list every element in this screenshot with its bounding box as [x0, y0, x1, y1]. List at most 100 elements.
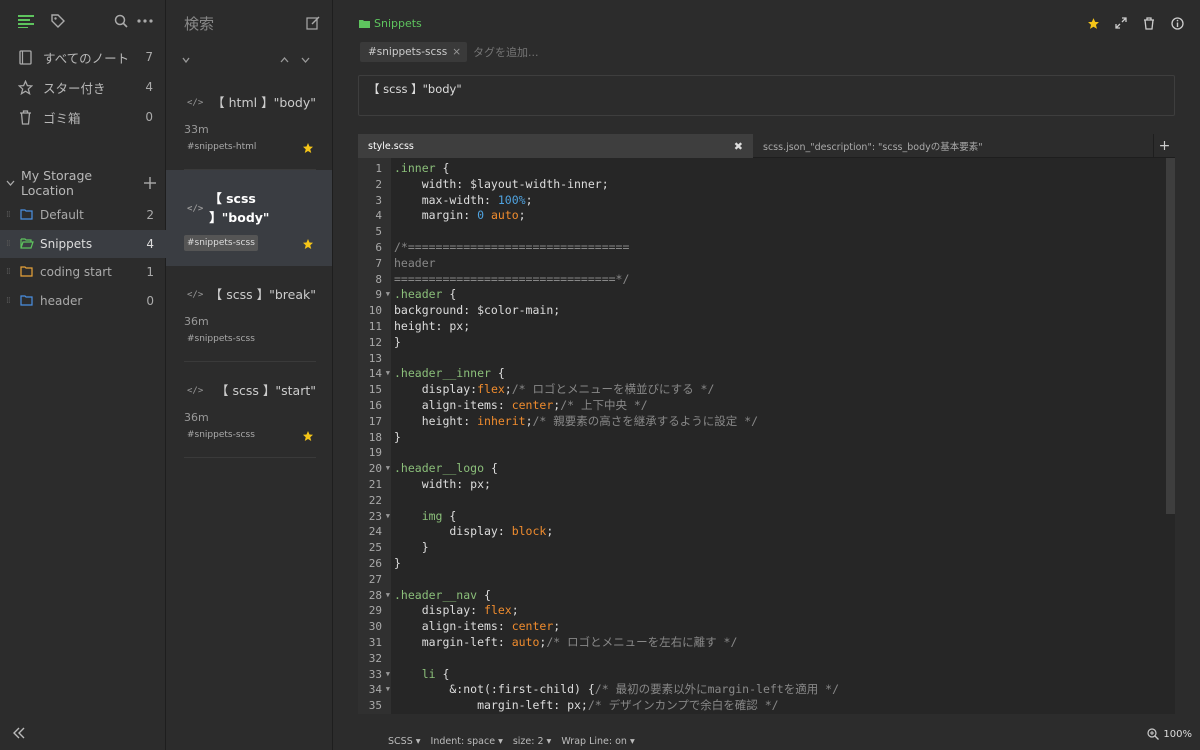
code-line[interactable]: height: px; — [394, 319, 1175, 335]
info-icon[interactable] — [1170, 16, 1184, 30]
code-token: { — [435, 666, 450, 681]
folder-item[interactable]: ⁞⁞ Snippets 4 — [0, 229, 166, 258]
new-note-icon[interactable] — [306, 16, 320, 30]
line-number: 35 — [368, 699, 382, 713]
collapse-sidebar-icon[interactable] — [12, 726, 26, 740]
code-line[interactable]: header — [394, 256, 1175, 272]
code-line[interactable]: } — [394, 540, 1175, 556]
add-tag-input[interactable] — [473, 45, 594, 59]
code-line[interactable]: background: $color-main; — [394, 303, 1175, 319]
sidebar-nav-item[interactable]: スター付き 4 — [0, 72, 165, 102]
code-line[interactable]: } — [394, 430, 1175, 446]
tag-icon[interactable] — [48, 11, 68, 31]
code-line[interactable]: max-width: 100%; — [394, 193, 1175, 209]
code-line[interactable]: display: flex; — [394, 603, 1175, 619]
drag-handle-icon[interactable]: ⁞⁞ — [6, 267, 20, 277]
code-line[interactable] — [394, 651, 1175, 667]
fold-arrow-icon[interactable]: ▼ — [386, 287, 390, 303]
code-line[interactable]: align-items: center; — [394, 619, 1175, 635]
fold-arrow-icon[interactable]: ▼ — [386, 461, 390, 477]
code-line[interactable]: .header__inner { — [394, 366, 1175, 382]
tab-scss-json[interactable]: scss.json_"description": "scss_bodyの基本要素… — [753, 134, 993, 158]
note-item[interactable]: </> 【 scss 】"break" 36m #snippets-scss — [166, 266, 332, 362]
close-tab-icon[interactable]: ✖ — [734, 140, 743, 153]
star-outline-icon — [17, 79, 33, 95]
code-line[interactable]: margin-left: auto;/* ロゴとメニューを左右に離す */ — [394, 635, 1175, 651]
code-line[interactable]: } — [394, 335, 1175, 351]
folder-breadcrumb[interactable]: Snippets — [359, 17, 422, 30]
code-line[interactable]: align-items: center;/* 上下中央 */ — [394, 398, 1175, 414]
folder-item[interactable]: ⁞⁞ header 0 — [0, 287, 166, 316]
code-line[interactable]: margin-left: px;/* デザインカンプで余白を確認 */ — [394, 698, 1175, 714]
code-line[interactable]: li { — [394, 667, 1175, 683]
code-line[interactable]: width: px; — [394, 477, 1175, 493]
drag-handle-icon[interactable]: ⁞⁞ — [6, 239, 20, 249]
code-line[interactable]: display: block; — [394, 524, 1175, 540]
fold-arrow-icon[interactable]: ▼ — [386, 509, 390, 525]
note-tag: #snippets-scss — [184, 235, 258, 251]
storage-header[interactable]: My Storage Location — [0, 168, 166, 198]
code-line[interactable]: margin: 0 auto; — [394, 208, 1175, 224]
indent-select[interactable]: Indent: space ▾ — [431, 736, 503, 747]
tab-style-scss[interactable]: style.scss ✖ — [358, 134, 753, 158]
search-input[interactable]: 検索 — [184, 13, 306, 34]
code-line[interactable]: .header { — [394, 287, 1175, 303]
wrap-select[interactable]: Wrap Line: on ▾ — [561, 736, 634, 747]
line-number: 19 — [368, 446, 382, 460]
sidebar-nav-item[interactable]: ゴミ箱 0 — [0, 102, 165, 132]
tag-chip[interactable]: #snippets-scss × — [360, 42, 468, 62]
add-file-icon[interactable]: + — [1153, 134, 1175, 157]
code-line[interactable]: /*================================ — [394, 240, 1175, 256]
code-line[interactable] — [394, 572, 1175, 588]
folder-item[interactable]: ⁞⁞ Default 2 — [0, 201, 166, 230]
code-content[interactable]: .inner { width: $layout-width-inner; max… — [391, 158, 1175, 714]
code-editor[interactable]: 1 2 3 4 5 6 7 8 9 ▼ 10 11 12 13 14 ▼ 15 16 17 18 19 20 ▼ 21 22 23… — [358, 158, 1175, 714]
fold-arrow-icon[interactable]: ▼ — [386, 667, 390, 683]
sidebar-nav-item[interactable]: すべてのノート 7 — [0, 42, 165, 72]
chevron-up-icon[interactable] — [280, 57, 289, 63]
star-icon[interactable] — [302, 142, 314, 154]
scrollbar[interactable] — [1166, 158, 1175, 514]
fold-arrow-icon[interactable]: ▼ — [386, 366, 390, 382]
fold-arrow-icon[interactable]: ▼ — [386, 682, 390, 698]
mode-select[interactable]: SCSS ▾ — [388, 736, 421, 747]
code-token: { — [442, 508, 457, 523]
code-line[interactable] — [394, 351, 1175, 367]
code-token: 0 — [477, 208, 485, 223]
note-item[interactable]: </> 【 scss 】"start" 36m #snippets-scss — [166, 362, 332, 458]
drag-handle-icon[interactable]: ⁞⁞ — [6, 210, 20, 220]
code-line[interactable]: width: $layout-width-inner; — [394, 177, 1175, 193]
add-folder-icon[interactable] — [144, 177, 156, 189]
folder-item[interactable]: ⁞⁞ coding start 1 — [0, 258, 166, 287]
code-line[interactable] — [394, 224, 1175, 240]
trash-icon[interactable] — [1142, 16, 1156, 30]
code-line[interactable]: } — [394, 556, 1175, 572]
size-select[interactable]: size: 2 ▾ — [513, 736, 551, 747]
code-line[interactable]: .inner { — [394, 161, 1175, 177]
code-line[interactable]: display:flex;/* ロゴとメニューを横並びにする */ — [394, 382, 1175, 398]
code-line[interactable]: .header__logo { — [394, 461, 1175, 477]
code-line[interactable]: height: inherit;/* 親要素の高さを継承するように設定 */ — [394, 414, 1175, 430]
chevron-down-icon[interactable] — [301, 57, 310, 63]
fold-arrow-icon[interactable]: ▼ — [386, 588, 390, 604]
more-icon[interactable] — [135, 11, 155, 31]
remove-tag-icon[interactable]: × — [452, 46, 461, 58]
star-icon[interactable] — [302, 238, 314, 250]
search-icon[interactable] — [111, 11, 131, 31]
code-line[interactable]: .header__nav { — [394, 588, 1175, 604]
code-line[interactable] — [394, 445, 1175, 461]
note-item[interactable]: </> 【 html 】"body" 33m #snippets-html — [166, 74, 332, 170]
drag-handle-icon[interactable]: ⁞⁞ — [6, 296, 20, 306]
code-line[interactable]: ================================*/ — [394, 272, 1175, 288]
star-icon[interactable] — [1086, 16, 1100, 30]
star-icon[interactable] — [302, 430, 314, 442]
code-line[interactable]: img { — [394, 509, 1175, 525]
note-item[interactable]: </> 【 scss 】"body" 33m #snippets-scss — [166, 170, 332, 266]
sort-dropdown-icon[interactable] — [182, 57, 190, 63]
code-line[interactable]: &:not(:first-child) {/* 最初の要素以外にmargin-l… — [394, 682, 1175, 698]
zoom-control[interactable]: 100% — [1147, 728, 1192, 740]
fullscreen-icon[interactable] — [1114, 16, 1128, 30]
code-line[interactable] — [394, 493, 1175, 509]
description-field[interactable]: 【 scss 】"body" — [358, 75, 1175, 116]
notes-list-icon[interactable] — [16, 11, 36, 31]
